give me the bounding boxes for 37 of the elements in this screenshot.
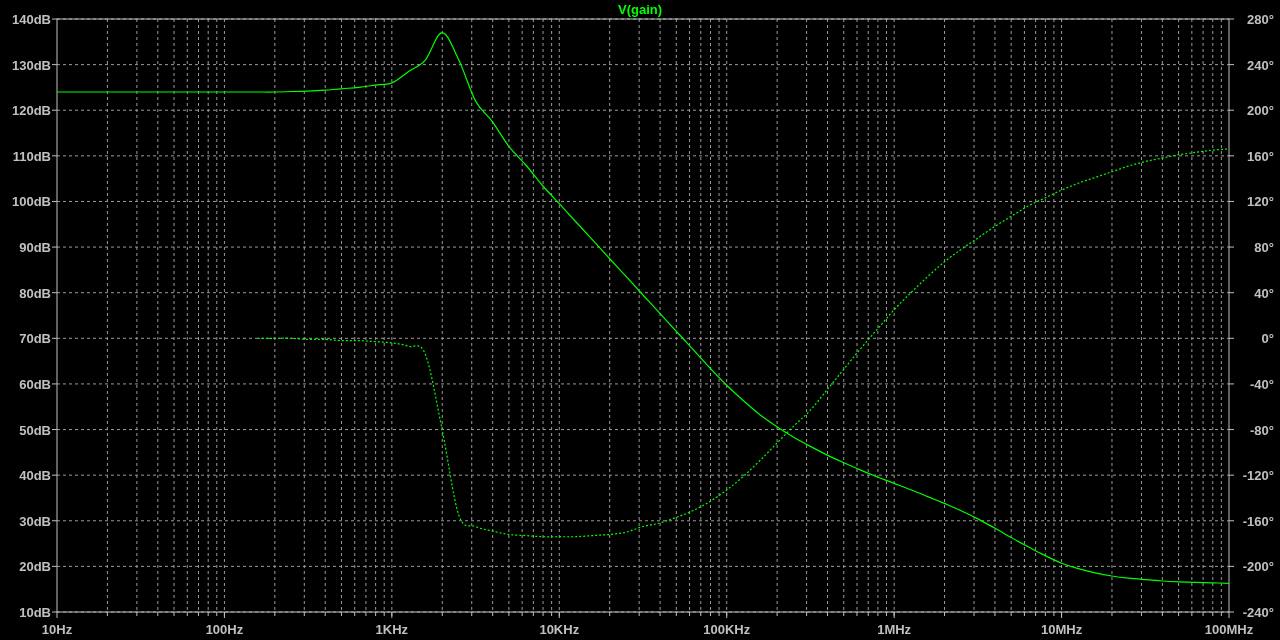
axis-label: 100KHz xyxy=(703,622,751,637)
axis-label: 240° xyxy=(1247,57,1274,73)
axis-label: 140dB xyxy=(11,12,51,27)
axis-label: 80dB xyxy=(19,285,51,301)
axis-label: -160° xyxy=(1242,513,1274,529)
axis-label: -240° xyxy=(1242,605,1274,620)
axis-label: 10KHz xyxy=(539,622,580,637)
axis-label: 80° xyxy=(1254,240,1274,256)
axis-label: 30dB xyxy=(19,513,51,529)
axis-label: -200° xyxy=(1242,559,1274,575)
axis-label: 60dB xyxy=(19,376,51,392)
axis-label: 40° xyxy=(1254,285,1274,301)
axis-label: 1KHz xyxy=(375,622,409,637)
axis-label: 0° xyxy=(1261,331,1274,347)
axis-label: 40dB xyxy=(19,468,51,484)
axis-label: 200° xyxy=(1247,103,1274,119)
axis-label: 90dB xyxy=(19,240,51,256)
chart-title: V(gain) xyxy=(617,2,663,17)
axis-label: 120dB xyxy=(11,103,51,119)
axis-label: 100MHz xyxy=(1204,622,1254,637)
axis-label: 20dB xyxy=(19,559,51,575)
axis-label: -80° xyxy=(1250,422,1274,438)
axis-label: -40° xyxy=(1250,376,1274,392)
axis-label: 130dB xyxy=(11,57,51,73)
axis-label: 10MHz xyxy=(1041,622,1083,637)
axis-label: 100dB xyxy=(11,194,51,210)
axis-label: 280° xyxy=(1247,12,1274,27)
axis-label: 50dB xyxy=(19,422,51,438)
axis-label: 110dB xyxy=(12,148,51,164)
axis-label: 120° xyxy=(1247,194,1274,210)
axis-label: -120° xyxy=(1242,468,1274,484)
axis-label: 10Hz xyxy=(41,622,73,637)
axis-label: 10dB xyxy=(19,605,51,620)
axis-label: 160° xyxy=(1247,148,1274,164)
axis-label: 100Hz xyxy=(205,622,244,637)
axis-label: 70dB xyxy=(19,331,51,347)
axis-label: 1MHz xyxy=(877,622,912,637)
